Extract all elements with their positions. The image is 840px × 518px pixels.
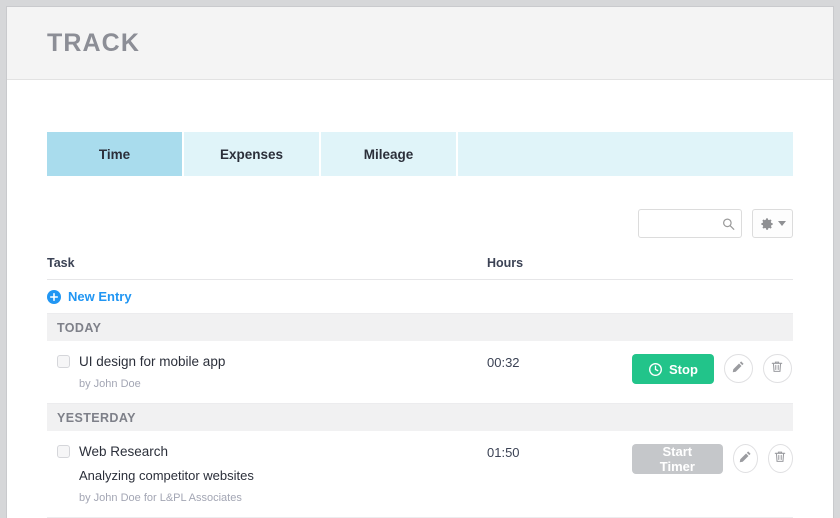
page-body: Time Expenses Mileage Task Hours New Ent…: [7, 132, 833, 518]
table-header: Task Hours: [47, 256, 793, 280]
search-input[interactable]: [638, 209, 742, 238]
delete-entry-button[interactable]: [767, 444, 793, 473]
app-header: TRACK: [7, 7, 833, 80]
group-header-yesterday: YESTERDAY: [47, 404, 793, 431]
entry-checkbox[interactable]: [57, 355, 70, 368]
app-window: TRACK Time Expenses Mileage Task Hours N…: [6, 6, 834, 518]
entry-hours: 01:50: [487, 445, 520, 460]
new-entry-row: New Entry: [47, 280, 793, 314]
entry-actions: Start Timer: [632, 444, 793, 504]
entry-title: Web Research: [79, 444, 169, 459]
edit-entry-button[interactable]: [723, 354, 753, 383]
stop-timer-label: Stop: [669, 361, 698, 377]
table-row: UI design for mobile app by John Doe 00:…: [47, 341, 793, 404]
new-entry-label: New Entry: [68, 289, 132, 304]
clock-icon: [648, 362, 663, 377]
entry-note: Analyzing competitor websites: [79, 468, 254, 483]
entry-title-line: UI design for mobile app: [57, 354, 487, 369]
entry-meta: by John Doe for L&PL Associates: [79, 492, 242, 504]
tab-time[interactable]: Time: [47, 132, 184, 176]
start-timer-label: Start Timer: [659, 444, 695, 474]
entries-table: Task Hours New Entry TODAY UI design for…: [47, 256, 793, 518]
search-box: [638, 209, 742, 238]
tab-expenses-label: Expenses: [219, 146, 284, 162]
chevron-down-icon: [777, 221, 786, 226]
delete-entry-button[interactable]: [762, 354, 792, 383]
pencil-icon: [731, 360, 745, 377]
plus-circle-icon: [47, 289, 61, 304]
pencil-icon: [738, 450, 752, 467]
entry-title-line: Web Research: [57, 444, 487, 459]
entry-details: UI design for mobile app by John Doe: [47, 354, 487, 390]
entry-details: Web Research Analyzing competitor websit…: [47, 444, 487, 504]
tab-filler: [458, 132, 793, 176]
toolbar: [47, 209, 793, 238]
column-header-hours: Hours: [487, 256, 524, 270]
settings-dropdown-button[interactable]: [752, 209, 793, 238]
new-entry-button[interactable]: New Entry: [47, 289, 132, 304]
start-timer-button[interactable]: Start Timer: [632, 444, 723, 474]
group-header-today: TODAY: [47, 314, 793, 341]
tab-bar: Time Expenses Mileage: [47, 132, 793, 176]
entry-actions: Stop: [632, 354, 793, 390]
tab-mileage-label: Mileage: [363, 146, 414, 162]
entry-hours: 00:32: [487, 355, 520, 370]
edit-entry-button[interactable]: [732, 444, 758, 473]
tab-time-label: Time: [98, 146, 131, 162]
trash-icon: [773, 450, 787, 467]
tab-mileage[interactable]: Mileage: [321, 132, 458, 176]
stop-timer-button[interactable]: Stop: [632, 354, 714, 384]
gear-icon: [760, 217, 774, 231]
tab-expenses[interactable]: Expenses: [184, 132, 321, 176]
table-row: Web Research Analyzing competitor websit…: [47, 431, 793, 518]
entry-title: UI design for mobile app: [79, 354, 226, 369]
entry-checkbox[interactable]: [57, 445, 70, 458]
trash-icon: [770, 360, 784, 377]
entry-meta: by John Doe: [79, 378, 141, 390]
page-title: TRACK: [47, 28, 140, 57]
column-header-task: Task: [47, 256, 75, 270]
